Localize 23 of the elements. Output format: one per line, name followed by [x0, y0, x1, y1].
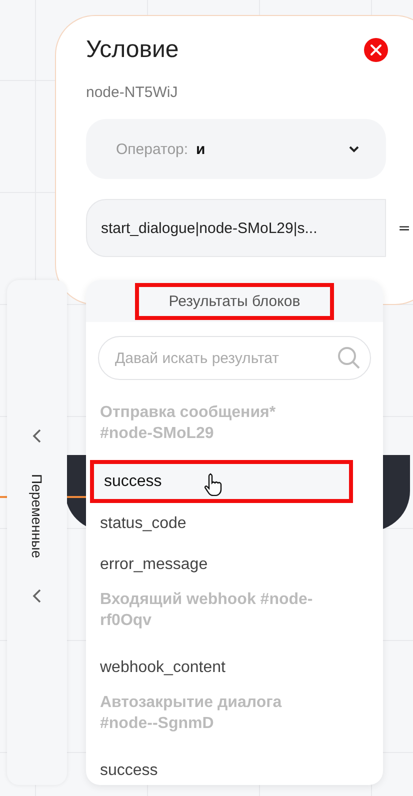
group-heading: Отправка сообщения* #node-SMoL29 [99, 403, 277, 444]
group-heading: Автозакрытие диалога #node--SgnmD [99, 693, 283, 734]
sidebar-label: Переменные [29, 474, 45, 558]
result-option[interactable]: error_message [86, 544, 383, 585]
group-heading: Входящий webhook #node-rf0Oqv [99, 590, 314, 631]
chevron-left-icon[interactable] [32, 588, 42, 604]
card-title: Условие [86, 36, 179, 64]
chevron-left-icon[interactable] [32, 428, 42, 444]
search-field[interactable]: Давай искать результат [98, 336, 371, 380]
hand-cursor-icon [204, 472, 224, 496]
result-option[interactable]: status_code [86, 503, 383, 544]
search-icon [337, 346, 361, 370]
result-option[interactable]: success [90, 460, 353, 503]
operator-select[interactable]: Оператор: и [86, 119, 386, 179]
node-id: node-NT5WiJ [86, 84, 179, 101]
variables-tab[interactable]: Переменные [7, 280, 67, 785]
chevron-down-icon [348, 145, 360, 153]
comparison-operator[interactable]: = [398, 219, 411, 237]
close-button[interactable] [364, 38, 388, 62]
dropdown-header: Результаты блоков [134, 282, 334, 320]
result-option[interactable]: webhook_content [86, 647, 383, 688]
condition-field[interactable]: start_dialogue|node-SMoL29|s... [86, 199, 386, 257]
result-option[interactable]: success [86, 750, 383, 785]
